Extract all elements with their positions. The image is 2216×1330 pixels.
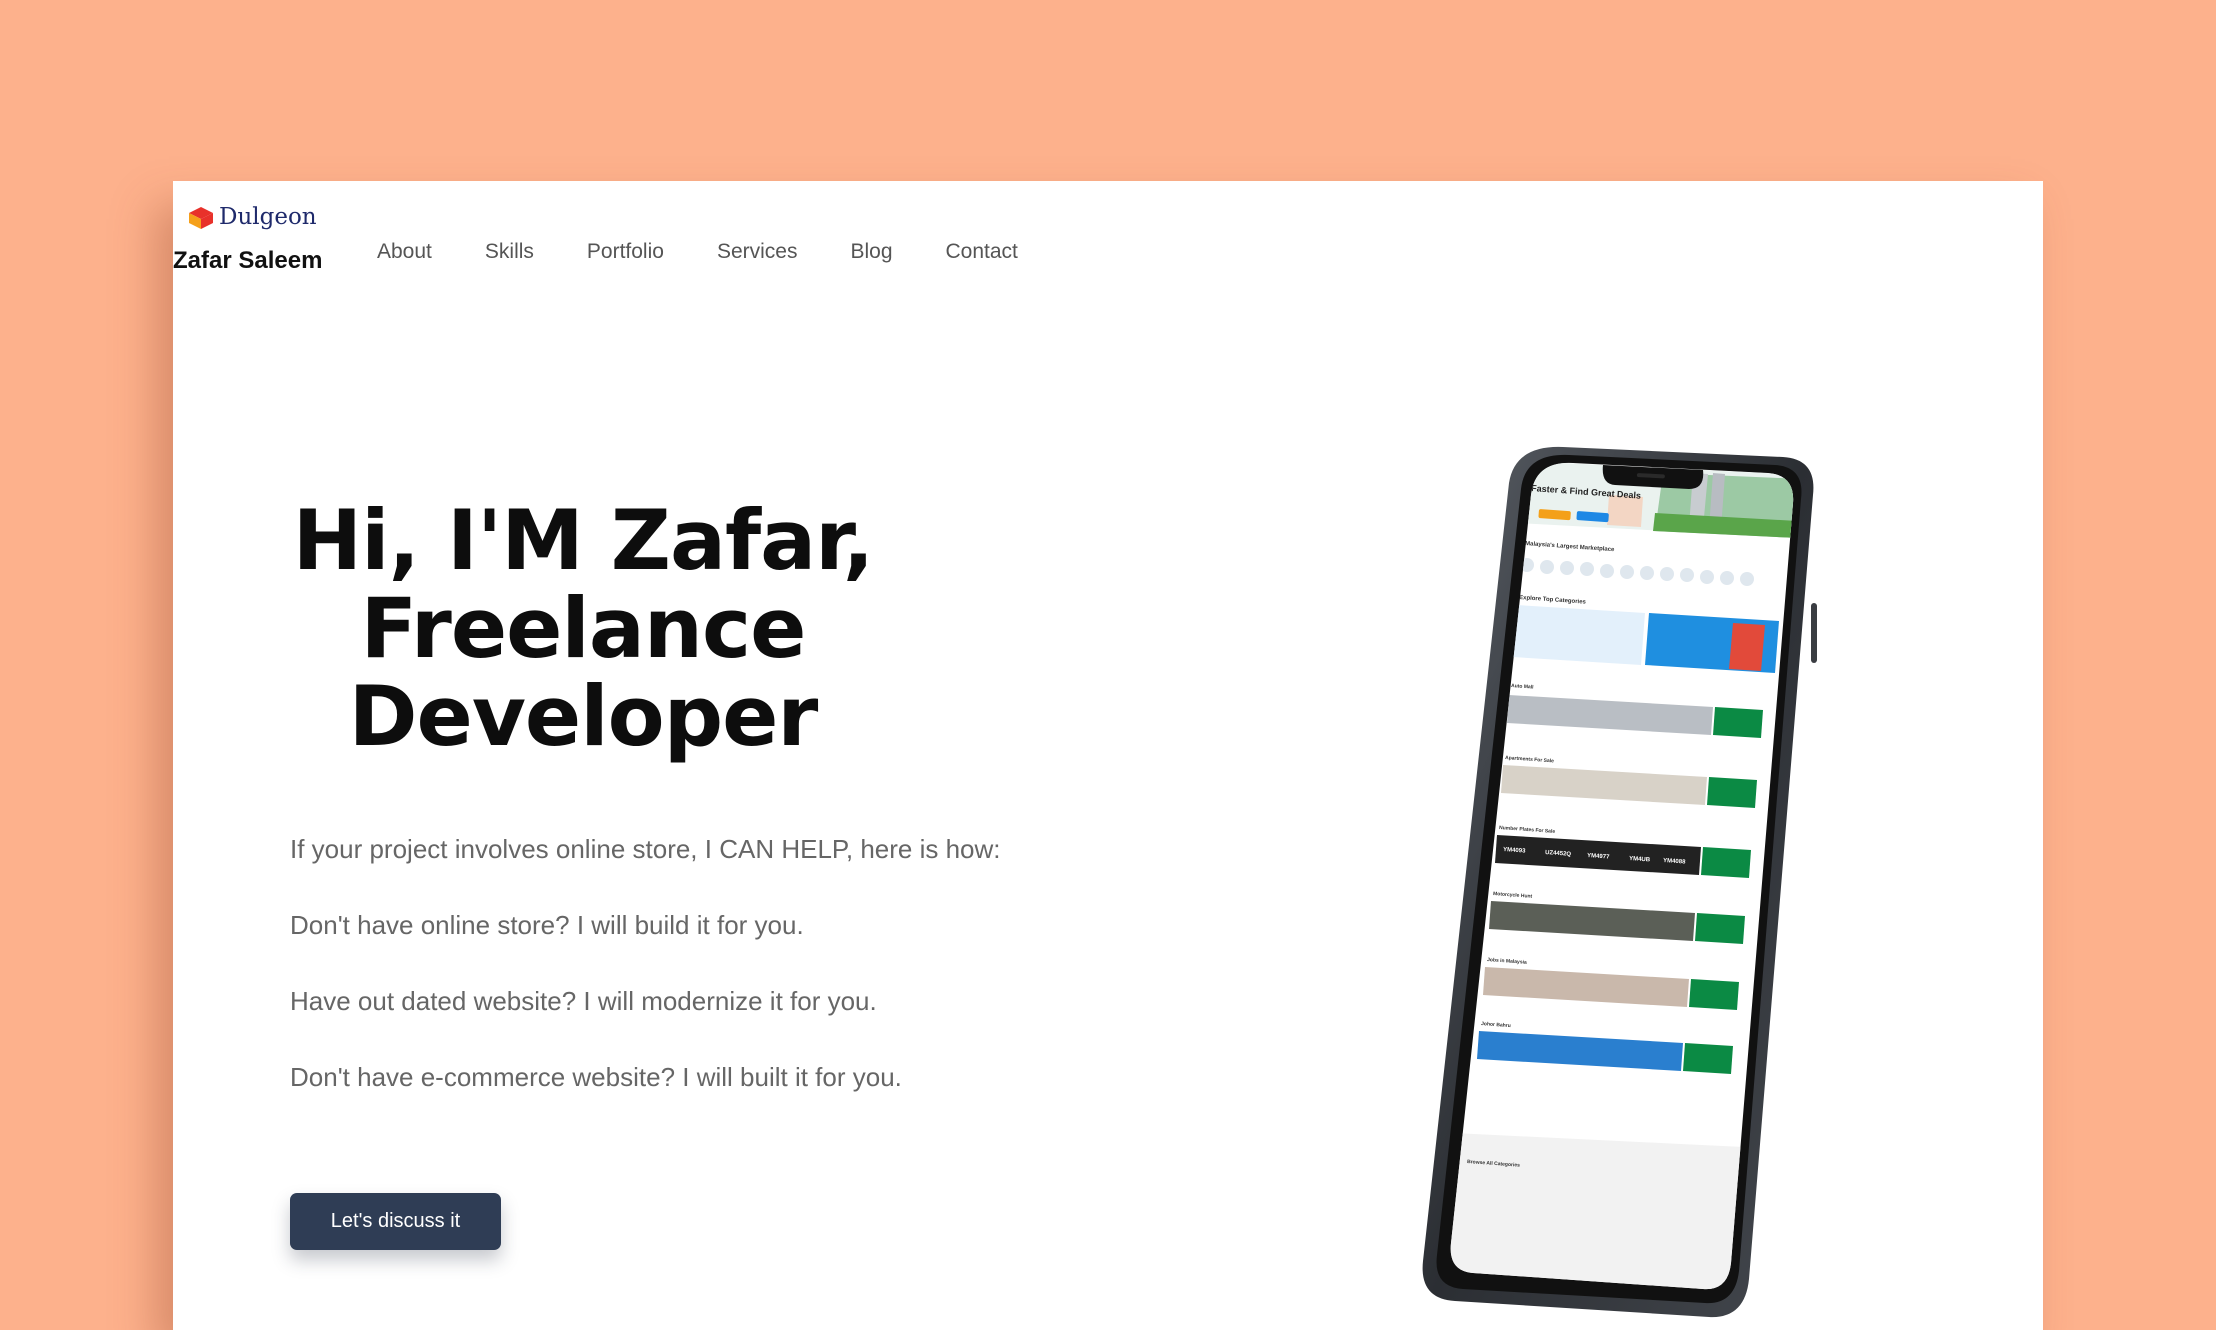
nav-contact[interactable]: Contact xyxy=(946,229,1018,275)
hero-title-line: Developer xyxy=(348,668,819,765)
nav-portfolio[interactable]: Portfolio xyxy=(587,229,664,275)
nav-about[interactable]: About xyxy=(377,229,432,275)
phone-mockup: Faster & Find Great Deals Malaysia's Lar… xyxy=(1413,443,1833,1323)
hero-point-text: Have out dated website? I will modernize… xyxy=(290,986,877,1016)
hero-title: Hi, I'M Zafar, Freelance Developer xyxy=(253,497,913,761)
nav-blog[interactable]: Blog xyxy=(850,229,892,275)
hero-title-line: Freelance xyxy=(360,580,807,677)
logo-mark-icon xyxy=(189,207,213,229)
phone-illustration: Faster & Find Great Deals Malaysia's Lar… xyxy=(1422,446,1817,1318)
logo-text: Dulgeon xyxy=(219,204,317,230)
nav-skills[interactable]: Skills xyxy=(485,229,534,275)
hero-point-text: Don't have e-commerce website? I will bu… xyxy=(290,1062,902,1092)
hero-intro-text: If your project involves online store, I… xyxy=(290,834,1001,864)
discuss-button[interactable]: Let's discuss it xyxy=(290,1193,501,1250)
hero-point-text: Don't have online store? I will build it… xyxy=(290,910,804,940)
site-owner-name[interactable]: Zafar Saleem xyxy=(173,247,322,275)
page-card: Dulgeon Zafar Saleem About Skills Portfo… xyxy=(173,181,2043,1330)
nav-services[interactable]: Services xyxy=(717,229,798,275)
hero-title-line: Hi, I'M Zafar, xyxy=(292,492,875,589)
main-nav: About Skills Portfolio Services Blog Con… xyxy=(377,229,1071,275)
brand-logo[interactable]: Dulgeon xyxy=(187,203,317,231)
